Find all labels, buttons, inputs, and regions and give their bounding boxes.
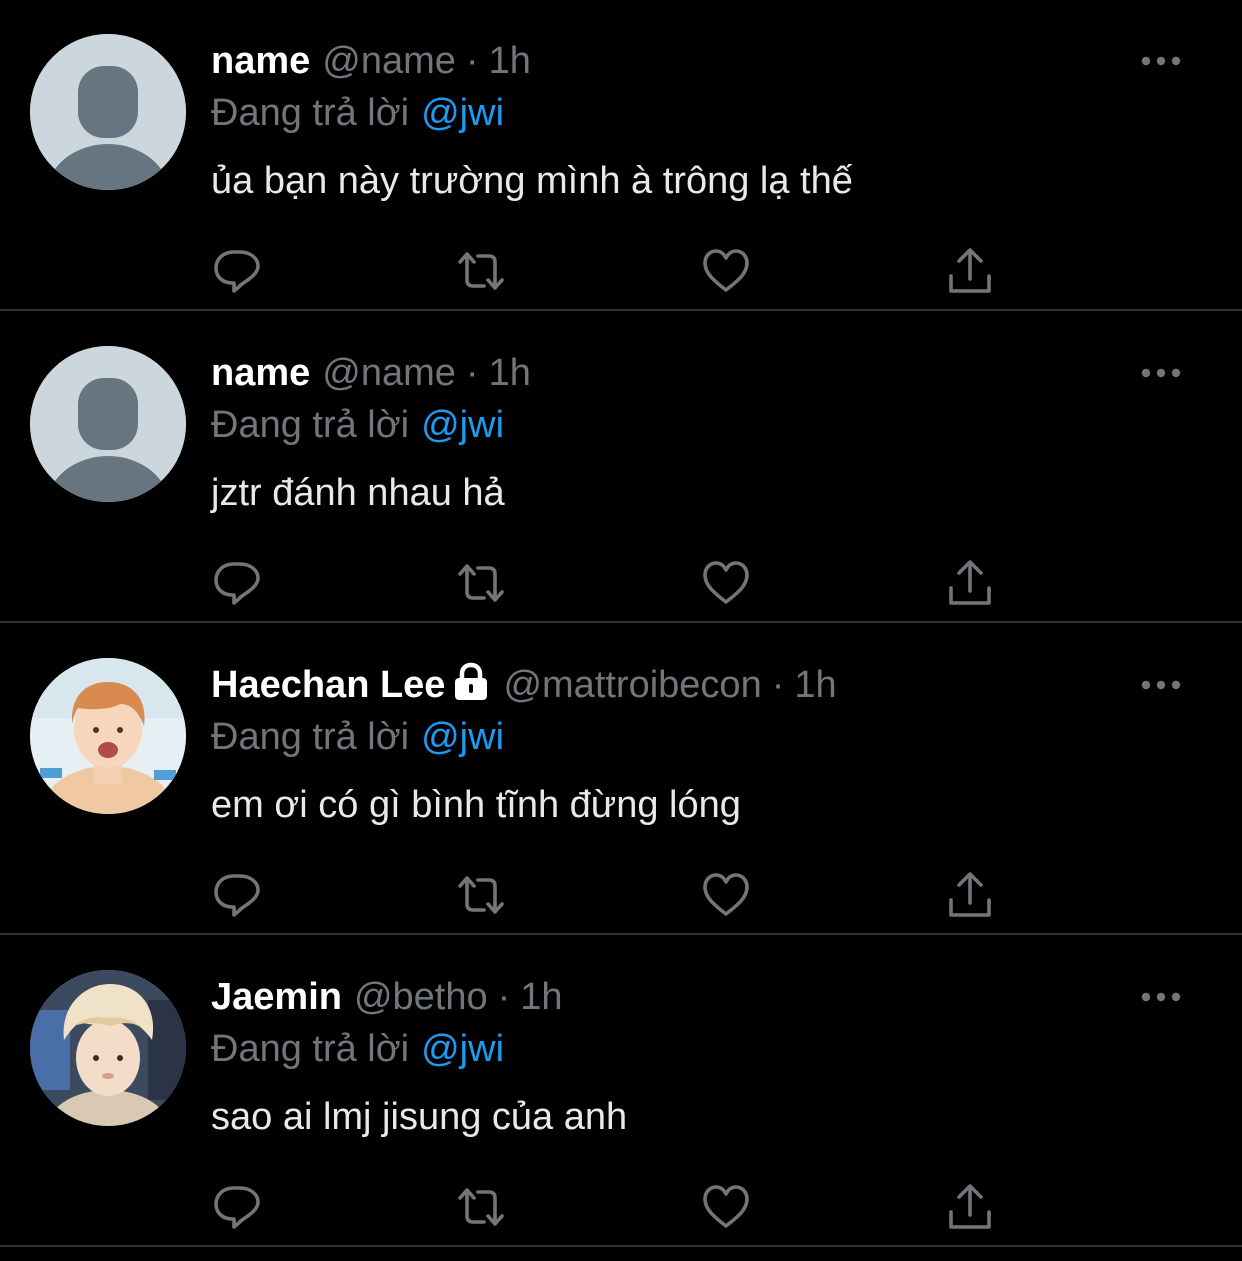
like-button[interactable] bbox=[701, 246, 751, 296]
heart-icon bbox=[703, 1185, 749, 1228]
replying-to: Đang trả lời @jwi bbox=[211, 1026, 504, 1072]
tweet-text: jztr đánh nhau hả bbox=[211, 472, 505, 514]
tweet[interactable]: Haechan Lee @mattroibecon · 1h Đang trả lời… bbox=[0, 624, 1242, 935]
tweet[interactable]: name @name · 1h Đang trả lời @jwi jztr đánh … bbox=[0, 312, 1242, 623]
more-horizontal-icon[interactable] bbox=[1140, 986, 1182, 1008]
share-button[interactable] bbox=[945, 558, 995, 608]
tweet-header: Haechan Lee @mattroibecon · 1h bbox=[211, 662, 837, 708]
avatar[interactable] bbox=[30, 346, 186, 502]
retweet-button[interactable] bbox=[456, 558, 506, 608]
reply-target-link[interactable]: @jwi bbox=[421, 404, 504, 446]
display-name[interactable]: name bbox=[211, 352, 310, 394]
tweet[interactable]: name @name · 1h Đang trả lời @jwi ủa bạn này… bbox=[0, 0, 1242, 311]
share-upload-icon bbox=[949, 872, 991, 917]
separator-dot: · bbox=[465, 352, 479, 394]
display-name[interactable]: Jaemin bbox=[211, 976, 342, 1018]
avatar[interactable] bbox=[30, 658, 186, 814]
tweet-header: name @name · 1h bbox=[211, 38, 531, 84]
reply-button[interactable] bbox=[212, 870, 262, 920]
retweet-icon bbox=[458, 1188, 504, 1226]
user-handle[interactable]: @betho bbox=[354, 976, 488, 1018]
retweet-button[interactable] bbox=[456, 1182, 506, 1232]
share-upload-icon bbox=[949, 1184, 991, 1229]
more-horizontal-icon[interactable] bbox=[1140, 50, 1182, 72]
photo-avatar-icon bbox=[30, 970, 186, 1126]
tweet-text: em ơi có gì bình tĩnh đừng lóng bbox=[211, 784, 741, 826]
replying-to: Đang trả lời @jwi bbox=[211, 714, 504, 760]
avatar[interactable] bbox=[30, 970, 186, 1126]
display-name[interactable]: name bbox=[211, 40, 310, 82]
retweet-button[interactable] bbox=[456, 870, 506, 920]
tweet-text: sao ai lmj jisung của anh bbox=[211, 1096, 628, 1138]
tweet[interactable]: Jaemin @betho · 1h Đang trả lời @jwi sao ai … bbox=[0, 936, 1242, 1247]
timestamp[interactable]: 1h bbox=[794, 664, 836, 706]
like-button[interactable] bbox=[701, 1182, 751, 1232]
tweet-text: ủa bạn này trường mình à trông lạ thế bbox=[211, 160, 853, 202]
heart-icon bbox=[703, 249, 749, 292]
user-handle[interactable]: @name bbox=[322, 352, 456, 394]
share-button[interactable] bbox=[945, 870, 995, 920]
tweet-header: Jaemin @betho · 1h bbox=[211, 974, 563, 1020]
reply-prefix: Đang trả lời bbox=[211, 1028, 410, 1070]
photo-avatar-icon bbox=[30, 658, 186, 814]
reply-target-link[interactable]: @jwi bbox=[421, 1028, 504, 1070]
default-avatar-icon bbox=[30, 34, 186, 190]
like-button[interactable] bbox=[701, 558, 751, 608]
retweet-button[interactable] bbox=[456, 246, 506, 296]
reply-prefix: Đang trả lời bbox=[211, 92, 410, 134]
heart-icon bbox=[703, 561, 749, 604]
replying-to: Đang trả lời @jwi bbox=[211, 90, 504, 136]
reply-target-link[interactable]: @jwi bbox=[421, 92, 504, 134]
heart-icon bbox=[703, 873, 749, 916]
timestamp[interactable]: 1h bbox=[489, 40, 531, 82]
user-handle[interactable]: @name bbox=[322, 40, 456, 82]
retweet-icon bbox=[458, 876, 504, 914]
retweet-icon bbox=[458, 564, 504, 602]
reply-button[interactable] bbox=[212, 558, 262, 608]
separator-dot: · bbox=[465, 40, 479, 82]
tweet-header: name @name · 1h bbox=[211, 350, 531, 396]
avatar[interactable] bbox=[30, 34, 186, 190]
reply-button[interactable] bbox=[212, 1182, 262, 1232]
reply-bubble-icon bbox=[214, 562, 260, 605]
display-name[interactable]: Haechan Lee bbox=[211, 664, 445, 706]
timestamp[interactable]: 1h bbox=[520, 976, 562, 1018]
timestamp[interactable]: 1h bbox=[489, 352, 531, 394]
user-handle[interactable]: @mattroibecon bbox=[503, 664, 761, 706]
separator-dot: · bbox=[771, 664, 785, 706]
lock-icon bbox=[455, 662, 488, 700]
reply-target-link[interactable]: @jwi bbox=[421, 716, 504, 758]
replying-to: Đang trả lời @jwi bbox=[211, 402, 504, 448]
share-button[interactable] bbox=[945, 246, 995, 296]
reply-bubble-icon bbox=[214, 874, 260, 917]
more-horizontal-icon[interactable] bbox=[1140, 362, 1182, 384]
more-horizontal-icon[interactable] bbox=[1140, 674, 1182, 696]
reply-bubble-icon bbox=[214, 1186, 260, 1229]
share-upload-icon bbox=[949, 248, 991, 293]
reply-prefix: Đang trả lời bbox=[211, 716, 410, 758]
share-button[interactable] bbox=[945, 1182, 995, 1232]
separator-dot: · bbox=[497, 976, 511, 1018]
default-avatar-icon bbox=[30, 346, 186, 502]
share-upload-icon bbox=[949, 560, 991, 605]
reply-button[interactable] bbox=[212, 246, 262, 296]
like-button[interactable] bbox=[701, 870, 751, 920]
retweet-icon bbox=[458, 252, 504, 290]
reply-prefix: Đang trả lời bbox=[211, 404, 410, 446]
reply-bubble-icon bbox=[214, 250, 260, 293]
